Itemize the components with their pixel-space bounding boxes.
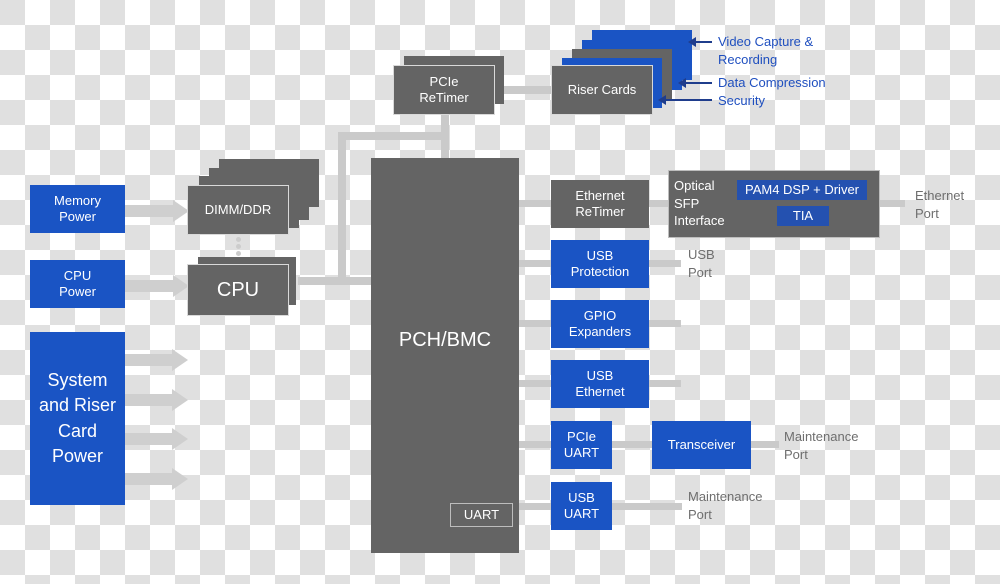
connector-usb-uart-maint: [612, 503, 682, 510]
callout-pointer-video: [688, 37, 712, 47]
connector-pch-usb-ethernet: [519, 380, 551, 387]
connector-top-bus: [338, 132, 448, 140]
arrow-system-power-4: [125, 473, 173, 485]
pam4-label: PAM4 DSP + Driver: [744, 181, 860, 197]
ethernet-retimer-label: Ethernet ReTimer: [575, 187, 625, 219]
arrow-system-power-3: [125, 433, 173, 445]
tia-block[interactable]: TIA: [777, 206, 829, 226]
dimm-ddr-block[interactable]: DIMM/DDR: [187, 185, 289, 235]
usb-protection-label: USB Protection: [570, 247, 630, 279]
cpu-power-block[interactable]: CPU Power: [30, 260, 125, 308]
pch-bmc-block[interactable]: PCH/BMC: [371, 158, 519, 553]
usb-ethernet-label: USB Ethernet: [575, 367, 625, 399]
callout-data-compression: Data Compression: [718, 75, 826, 90]
connector-pcie-uart-transceiver: [612, 441, 654, 448]
arrow-head-system-power-2: [172, 389, 188, 411]
ellipsis-dots: [236, 237, 241, 258]
ethernet-port-label: Ethernet Port: [915, 188, 965, 221]
usb-uart-block[interactable]: USB UART: [551, 482, 612, 530]
connector-pch-ethernet-retimer: [519, 200, 551, 207]
callout-pointer-compression: [678, 78, 712, 88]
maintenance-port-label-1: Maintenance Port: [784, 429, 859, 462]
usb-port-label: USB Port: [688, 247, 715, 280]
system-power-block[interactable]: System and Riser Card Power: [30, 332, 125, 505]
connector-pch-gpio: [519, 320, 551, 327]
connector-gpio-out: [649, 320, 681, 327]
connector-optical-ethernet-port: [879, 200, 905, 207]
connector-transceiver-maint: [751, 441, 779, 448]
cpu-label: CPU: [216, 278, 260, 301]
uart-port[interactable]: UART: [450, 503, 513, 527]
usb-protection-block[interactable]: USB Protection: [551, 240, 649, 288]
optical-sfp-label: Optical SFP Interface: [674, 178, 725, 229]
cpu-power-label: CPU Power: [59, 267, 96, 299]
connector-retimer-pch: [441, 112, 449, 160]
arrow-system-power-1: [125, 354, 173, 366]
usb-ethernet-block[interactable]: USB Ethernet: [551, 360, 649, 408]
connector-pch-usb-protection: [519, 260, 551, 267]
pch-bmc-label: PCH/BMC: [398, 329, 492, 351]
riser-cards-block[interactable]: Riser Cards: [551, 65, 653, 115]
pcie-uart-label: PCIe UART: [563, 428, 600, 460]
callout-video-capture: Video Capture & Recording: [718, 34, 814, 67]
transceiver-label: Transceiver: [667, 436, 736, 452]
connector-retimer-optical: [649, 200, 671, 207]
connector-pch-pcie-uart: [519, 441, 551, 448]
memory-power-label: Memory Power: [54, 192, 101, 224]
system-power-label: System and Riser Card Power: [38, 370, 117, 466]
cpu-block[interactable]: CPU: [187, 264, 289, 316]
arrow-head-system-power-3: [172, 428, 188, 450]
maintenance-port-label-2: Maintenance Port: [688, 489, 763, 522]
connector-cpu-bus-vertical: [338, 132, 346, 282]
callout-security: Security: [718, 93, 765, 108]
riser-cards-label: Riser Cards: [567, 81, 637, 97]
connector-usb-protection-port: [649, 260, 681, 267]
arrow-head-system-power-1: [172, 349, 188, 371]
connector-pch-usb-uart: [519, 503, 551, 510]
uart-label: UART: [463, 506, 500, 522]
gpio-expanders-block[interactable]: GPIO Expanders: [551, 300, 649, 348]
tia-label: TIA: [792, 207, 814, 223]
pcie-retimer-block[interactable]: PCIe ReTimer: [393, 65, 495, 115]
arrow-cpu-power: [125, 280, 175, 292]
optical-sfp-block[interactable]: Optical SFP Interface PAM4 DSP + Driver …: [668, 170, 880, 238]
connector-cpu-pch: [298, 277, 372, 285]
dimm-ddr-label: DIMM/DDR: [204, 201, 272, 217]
connector-usb-ethernet-out: [649, 380, 681, 387]
transceiver-block[interactable]: Transceiver: [652, 421, 751, 469]
callout-pointer-security: [658, 95, 712, 105]
memory-power-block[interactable]: Memory Power: [30, 185, 125, 233]
pam4-dsp-driver-block[interactable]: PAM4 DSP + Driver: [737, 180, 867, 200]
arrow-head-cpu-power: [173, 275, 189, 297]
arrow-head-memory-power: [173, 200, 189, 222]
ethernet-retimer-block[interactable]: Ethernet ReTimer: [551, 180, 649, 228]
arrow-system-power-2: [125, 394, 173, 406]
usb-uart-label: USB UART: [563, 489, 600, 521]
arrow-memory-power: [125, 205, 175, 217]
arrow-head-system-power-4: [172, 468, 188, 490]
gpio-expanders-label: GPIO Expanders: [568, 307, 632, 339]
pcie-uart-block[interactable]: PCIe UART: [551, 421, 612, 469]
pcie-retimer-label: PCIe ReTimer: [419, 73, 469, 105]
connector-retimer-riser: [502, 86, 552, 94]
